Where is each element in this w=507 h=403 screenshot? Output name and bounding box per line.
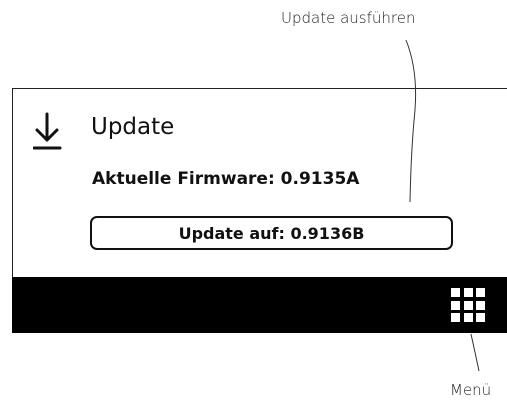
bottom-bar — [12, 277, 507, 333]
grid-cell — [451, 288, 460, 297]
update-button-label: Update auf: 0.9136B — [178, 223, 365, 243]
leader-line-menu — [470, 333, 480, 372]
grid-cell — [463, 300, 473, 310]
grid-cell — [451, 300, 460, 310]
download-arrow-icon — [33, 112, 62, 150]
grid-menu-icon — [451, 288, 485, 322]
grid-cell — [451, 313, 460, 322]
grid-cell — [463, 313, 473, 322]
menu-button[interactable] — [443, 284, 493, 326]
grid-cell — [463, 288, 473, 297]
grid-cell — [476, 300, 485, 310]
callout-menu: Menü — [450, 381, 492, 399]
grid-cell — [476, 288, 485, 297]
grid-cell — [476, 313, 485, 322]
update-button[interactable]: Update auf: 0.9136B — [90, 216, 453, 250]
callout-update-action: Update ausführen — [281, 9, 416, 27]
current-firmware-text: Aktuelle Firmware: 0.9135A — [92, 169, 360, 189]
page-title: Update — [91, 114, 175, 140]
